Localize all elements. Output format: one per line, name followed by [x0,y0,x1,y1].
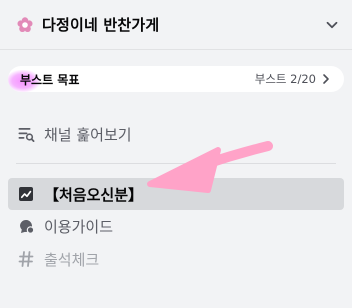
browse-channels-icon [16,124,36,144]
boost-progress-label: 부스트 2/20 [254,72,316,86]
forum-icon [16,216,36,236]
channel-attendance[interactable]: 출석체크 [8,243,344,275]
server-name: 다정이네 반찬가게 [42,16,160,34]
server-header[interactable]: 다정이네 반찬가게 [0,0,352,50]
channel-label: 채널 훑어보기 [44,125,132,144]
channel-label: 출석체크 [44,250,100,269]
checklist-icon [16,184,36,204]
channel-guide[interactable]: 이용가이드 [8,210,344,242]
boost-goal-label: 부스트 목표 [20,72,80,87]
divider [16,163,336,164]
hash-icon [16,249,36,269]
channel-label: 이용가이드 [44,217,114,236]
channel-welcome[interactable]: 【처음오신분】 [8,178,344,210]
channel-browse[interactable]: 채널 훑어보기 [8,118,344,150]
chevron-right-icon [322,73,332,85]
channel-label: 【처음오신분】 [44,185,144,204]
boost-goal-bar[interactable]: 부스트 목표 부스트 2/20 [8,66,344,92]
flower-icon [16,16,34,34]
chevron-down-icon[interactable] [322,15,342,35]
